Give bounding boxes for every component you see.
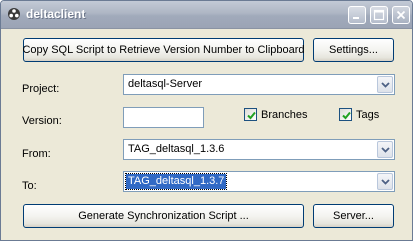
generate-sync-script-button[interactable]: Generate Synchronization Script ... bbox=[23, 204, 304, 228]
minimize-button[interactable] bbox=[348, 6, 366, 24]
tags-checkbox-box[interactable] bbox=[339, 108, 352, 121]
chevron-down-icon bbox=[381, 82, 390, 88]
server-button[interactable]: Server... bbox=[313, 204, 394, 228]
from-label: From: bbox=[22, 148, 51, 160]
project-label: Project: bbox=[22, 83, 60, 95]
tags-label: Tags bbox=[356, 108, 380, 121]
checkmark-icon bbox=[342, 111, 351, 120]
checkmark-icon bbox=[247, 111, 256, 120]
version-input[interactable] bbox=[123, 107, 204, 128]
to-label: To: bbox=[22, 180, 37, 192]
project-dropdown-arrow[interactable] bbox=[377, 76, 393, 93]
app-window: deltaclient Copy SQL Script to Retrieve … bbox=[0, 0, 413, 241]
version-label: Version: bbox=[22, 115, 62, 127]
chevron-down-icon bbox=[381, 147, 390, 153]
app-icon[interactable] bbox=[7, 7, 21, 21]
project-select[interactable]: deltasql-Server bbox=[123, 74, 395, 95]
from-value: TAG_deltasql_1.3.6 bbox=[128, 143, 225, 155]
tags-checkbox[interactable]: Tags bbox=[339, 108, 379, 121]
project-value: deltasql-Server bbox=[128, 78, 202, 90]
from-dropdown-arrow[interactable] bbox=[377, 141, 393, 158]
branches-checkbox-box[interactable] bbox=[244, 108, 257, 121]
window-title: deltaclient bbox=[26, 7, 86, 21]
settings-button[interactable]: Settings... bbox=[313, 38, 394, 62]
close-button[interactable] bbox=[392, 6, 410, 24]
maximize-icon bbox=[373, 9, 385, 21]
to-select[interactable]: TAG_deltasql_1.3.7 bbox=[123, 171, 395, 192]
from-select[interactable]: TAG_deltasql_1.3.6 bbox=[123, 139, 395, 160]
title-bar[interactable]: deltaclient bbox=[1, 1, 412, 29]
chevron-down-icon bbox=[381, 179, 390, 185]
copy-sql-script-button[interactable]: Copy SQL Script to Retrieve Version Numb… bbox=[22, 38, 305, 62]
to-dropdown-arrow[interactable] bbox=[377, 173, 393, 190]
minimize-icon bbox=[353, 17, 359, 19]
maximize-button[interactable] bbox=[370, 6, 388, 24]
branches-checkbox[interactable]: Branches bbox=[244, 108, 307, 121]
close-icon bbox=[396, 10, 406, 20]
to-value: TAG_deltasql_1.3.7 bbox=[124, 173, 228, 190]
branches-label: Branches bbox=[261, 108, 308, 121]
